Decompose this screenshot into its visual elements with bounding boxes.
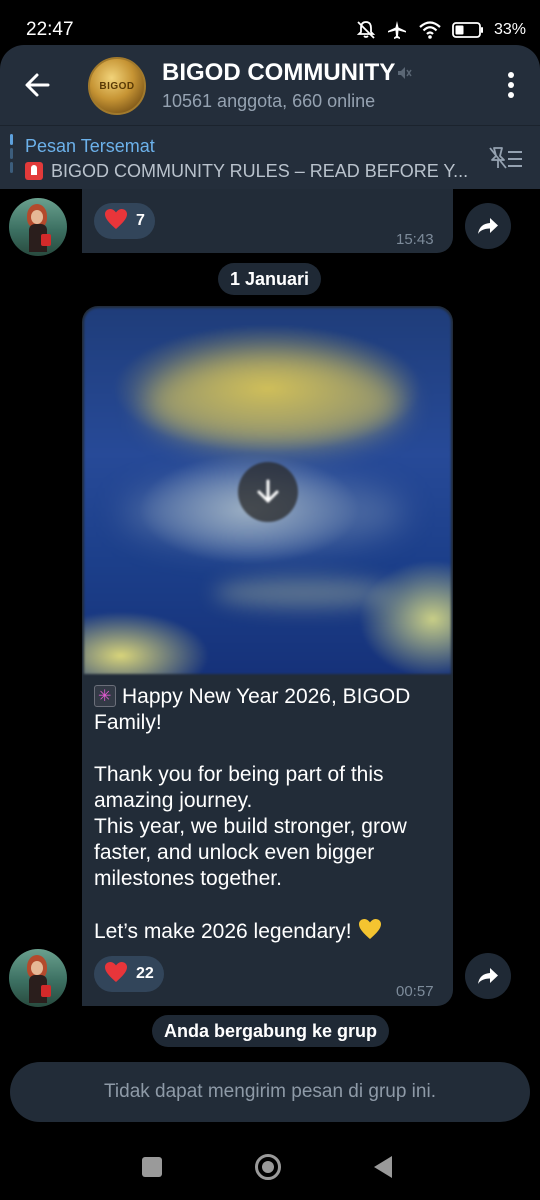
message-bubble[interactable]: 7 15:43 — [82, 189, 453, 253]
battery-percent: 33% — [493, 21, 526, 38]
group-member-count: 10561 anggota, 660 online — [162, 91, 376, 111]
system-nav-bar — [0, 1135, 540, 1200]
status-bar: 22:47 33% — [0, 0, 540, 50]
message-text: Happy New Year 2026, BIGOD Family! Thank… — [94, 684, 439, 947]
pinned-indicator — [10, 134, 13, 182]
chat-header: BIGOD BIGOD COMMUNITY 10561 anggota, 660… — [0, 45, 540, 125]
siren-emoji-icon — [25, 162, 43, 180]
pinned-message-bar[interactable]: Pesan Tersemat BIGOD COMMUNITY RULES – R… — [0, 125, 540, 189]
bell-off-icon — [356, 20, 376, 40]
sender-avatar[interactable] — [9, 198, 67, 256]
message-caption-end: Let’s make 2026 legendary! — [94, 920, 352, 943]
message-caption-body: Thank you for being part of this amazing… — [94, 763, 407, 890]
reaction-count: 7 — [136, 212, 145, 229]
pinned-text-row: BIGOD COMMUNITY RULES – READ BEFORE Y... — [25, 161, 470, 182]
reaction-pill[interactable]: 7 — [94, 203, 155, 239]
airplane-icon — [386, 19, 408, 41]
recents-icon[interactable] — [142, 1157, 162, 1177]
heart-icon — [104, 208, 128, 235]
download-icon[interactable] — [238, 462, 298, 522]
group-avatar-logo-text: BIGOD — [99, 81, 135, 92]
message-time: 15:43 — [396, 231, 434, 248]
home-icon[interactable] — [255, 1154, 281, 1180]
back-triangle-icon[interactable] — [374, 1156, 392, 1178]
wifi-icon — [418, 20, 442, 40]
reaction-count: 22 — [136, 965, 154, 982]
group-avatar[interactable]: BIGOD — [88, 57, 146, 115]
forward-icon[interactable] — [465, 953, 511, 999]
message-photo[interactable] — [84, 308, 451, 674]
status-icons: 33% — [356, 15, 526, 45]
heart-icon — [104, 961, 128, 988]
service-message: Anda bergabung ke grup — [152, 1015, 390, 1047]
battery-icon — [452, 21, 484, 39]
message-bubble[interactable]: Happy New Year 2026, BIGOD Family! Thank… — [82, 306, 453, 1006]
input-disabled-notice: Tidak dapat mengirim pesan di grup ini. — [104, 1081, 436, 1102]
status-time: 22:47 — [26, 19, 74, 40]
chat-area[interactable]: 7 15:43 1 Januari Happy New Year 2026, B… — [0, 189, 540, 1059]
muted-speaker-icon — [396, 65, 412, 86]
firework-emoji-icon — [94, 684, 116, 710]
pinned-list-icon[interactable] — [488, 144, 524, 177]
back-arrow-icon[interactable] — [20, 67, 56, 103]
pinned-text: BIGOD COMMUNITY RULES – READ BEFORE Y... — [51, 161, 469, 181]
more-options-icon[interactable] — [504, 69, 518, 101]
message-caption-title: Happy New Year 2026, BIGOD Family! — [94, 685, 411, 734]
reaction-pill[interactable]: 22 — [94, 956, 164, 992]
input-disabled-bar: Tidak dapat mengirim pesan di grup ini. — [10, 1062, 530, 1122]
pinned-title: Pesan Tersemat — [25, 136, 155, 156]
forward-icon[interactable] — [465, 203, 511, 249]
date-separator: 1 Januari — [218, 263, 322, 295]
yellow-heart-emoji-icon — [358, 918, 382, 947]
sender-avatar[interactable] — [9, 949, 67, 1007]
message-time: 00:57 — [396, 983, 434, 1000]
group-title[interactable]: BIGOD COMMUNITY — [162, 59, 395, 87]
